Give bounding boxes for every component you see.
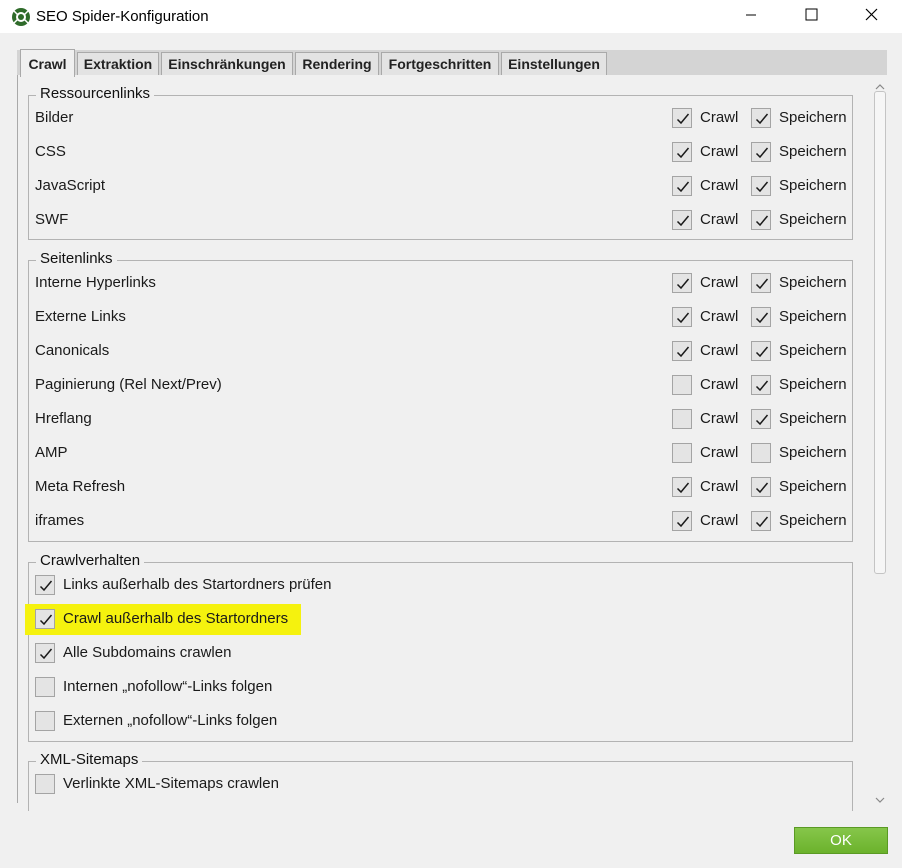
- crawl-label: Crawl: [700, 177, 739, 194]
- option-checkbox-internen-nofollow-links-folgen[interactable]: [35, 677, 55, 697]
- store-label: Speichern: [779, 410, 847, 427]
- row-label-hreflang: Hreflang: [35, 410, 92, 427]
- crawl-checkbox-bilder[interactable]: [672, 108, 692, 128]
- minimize-button[interactable]: [728, 0, 774, 33]
- crawl-label: Crawl: [700, 512, 739, 529]
- store-checkbox-interne-hyperlinks[interactable]: [751, 273, 771, 293]
- store-label: Speichern: [779, 109, 847, 126]
- ok-button[interactable]: OK: [794, 827, 888, 854]
- store-label: Speichern: [779, 512, 847, 529]
- store-checkbox-paginierung-rel-next-prev[interactable]: [751, 375, 771, 395]
- maximize-button[interactable]: [788, 0, 834, 33]
- tab-einschraenkungen[interactable]: Einschränkungen: [161, 52, 293, 75]
- crawl-checkbox-hreflang[interactable]: [672, 409, 692, 429]
- store-checkbox-iframes[interactable]: [751, 511, 771, 531]
- crawl-checkbox-swf[interactable]: [672, 210, 692, 230]
- store-checkbox-meta-refresh[interactable]: [751, 477, 771, 497]
- crawl-label: Crawl: [700, 143, 739, 160]
- option-label-internen-nofollow-links-folgen[interactable]: Internen „nofollow“-Links folgen: [63, 678, 272, 696]
- close-button[interactable]: [848, 0, 894, 33]
- crawl-label: Crawl: [700, 274, 739, 291]
- scrollbar-thumb[interactable]: [874, 91, 886, 574]
- xml-sitemaps-legend: XML-Sitemaps: [36, 751, 143, 769]
- store-checkbox-javascript[interactable]: [751, 176, 771, 196]
- store-label: Speichern: [779, 444, 847, 461]
- crawl-checkbox-amp[interactable]: [672, 443, 692, 463]
- tab-crawl[interactable]: Crawl: [20, 49, 75, 77]
- tab-extraktion[interactable]: Extraktion: [77, 52, 159, 75]
- crawl-label: Crawl: [700, 376, 739, 393]
- store-label: Speichern: [779, 211, 847, 228]
- option-label-links-au-erhalb-des-startordners-pr-fen[interactable]: Links außerhalb des Startordners prüfen: [63, 576, 331, 594]
- store-label: Speichern: [779, 143, 847, 160]
- store-checkbox-bilder[interactable]: [751, 108, 771, 128]
- row-label-interne-hyperlinks: Interne Hyperlinks: [35, 274, 156, 291]
- crawl-checkbox-iframes[interactable]: [672, 511, 692, 531]
- crawlverhalten-legend: Crawlverhalten: [36, 552, 145, 570]
- row-label-bilder: Bilder: [35, 109, 74, 126]
- crawl-checkbox-meta-refresh[interactable]: [672, 477, 692, 497]
- minimize-icon: [745, 8, 757, 25]
- store-checkbox-canonicals[interactable]: [751, 341, 771, 361]
- store-label: Speichern: [779, 308, 847, 325]
- store-label: Speichern: [779, 342, 847, 359]
- store-checkbox-externe-links[interactable]: [751, 307, 771, 327]
- store-checkbox-css[interactable]: [751, 142, 771, 162]
- store-label: Speichern: [779, 478, 847, 495]
- tab-fortgeschritten[interactable]: Fortgeschritten: [381, 52, 499, 75]
- store-label: Speichern: [779, 274, 847, 291]
- crawl-checkbox-externe-links[interactable]: [672, 307, 692, 327]
- crawl-checkbox-canonicals[interactable]: [672, 341, 692, 361]
- option-checkbox-links-au-erhalb-des-startordners-pr-fen[interactable]: [35, 575, 55, 595]
- store-checkbox-amp[interactable]: [751, 443, 771, 463]
- option-checkbox-verlinkte-xml-sitemaps-crawlen[interactable]: [35, 774, 55, 794]
- crawl-label: Crawl: [700, 478, 739, 495]
- crawl-label: Crawl: [700, 211, 739, 228]
- crawl-label: Crawl: [700, 109, 739, 126]
- option-label-externen-nofollow-links-folgen[interactable]: Externen „nofollow“-Links folgen: [63, 712, 277, 730]
- tab-rendering[interactable]: Rendering: [295, 52, 379, 75]
- close-icon: [865, 8, 878, 25]
- store-checkbox-hreflang[interactable]: [751, 409, 771, 429]
- maximize-icon: [805, 8, 818, 25]
- crawl-label: Crawl: [700, 308, 739, 325]
- row-label-amp: AMP: [35, 444, 68, 461]
- crawl-label: Crawl: [700, 444, 739, 461]
- scroll-down-icon[interactable]: [875, 791, 885, 808]
- title-bar: SEO Spider-Konfiguration: [0, 0, 902, 33]
- seitenlinks-legend: Seitenlinks: [36, 250, 117, 268]
- option-checkbox-externen-nofollow-links-folgen[interactable]: [35, 711, 55, 731]
- crawl-checkbox-css[interactable]: [672, 142, 692, 162]
- option-label-verlinkte-xml-sitemaps-crawlen[interactable]: Verlinkte XML-Sitemaps crawlen: [63, 775, 279, 793]
- store-label: Speichern: [779, 376, 847, 393]
- crawl-checkbox-paginierung-rel-next-prev[interactable]: [672, 375, 692, 395]
- row-label-externe-links: Externe Links: [35, 308, 126, 325]
- window-title: SEO Spider-Konfiguration: [36, 8, 209, 25]
- crawl-label: Crawl: [700, 342, 739, 359]
- option-label-crawl-au-erhalb-des-startordners[interactable]: Crawl außerhalb des Startordners: [63, 610, 288, 628]
- tab-einstellungen[interactable]: Einstellungen: [501, 52, 607, 75]
- option-label-alle-subdomains-crawlen[interactable]: Alle Subdomains crawlen: [63, 644, 231, 662]
- spider-logo-icon: [11, 7, 31, 27]
- row-label-paginierung-rel-next-prev: Paginierung (Rel Next/Prev): [35, 376, 222, 393]
- seitenlinks-group: [28, 260, 853, 542]
- option-checkbox-crawl-au-erhalb-des-startordners[interactable]: [35, 609, 55, 629]
- crawl-checkbox-interne-hyperlinks[interactable]: [672, 273, 692, 293]
- row-label-meta-refresh: Meta Refresh: [35, 478, 126, 495]
- option-checkbox-alle-subdomains-crawlen[interactable]: [35, 643, 55, 663]
- crawl-checkbox-javascript[interactable]: [672, 176, 692, 196]
- store-checkbox-swf[interactable]: [751, 210, 771, 230]
- ressourcenlinks-legend: Ressourcenlinks: [36, 85, 155, 103]
- row-label-css: CSS: [35, 143, 66, 160]
- row-label-canonicals: Canonicals: [35, 342, 110, 359]
- row-label-iframes: iframes: [35, 512, 85, 529]
- store-label: Speichern: [779, 177, 847, 194]
- row-label-javascript: JavaScript: [35, 177, 106, 194]
- row-label-swf: SWF: [35, 211, 69, 228]
- crawl-label: Crawl: [700, 410, 739, 427]
